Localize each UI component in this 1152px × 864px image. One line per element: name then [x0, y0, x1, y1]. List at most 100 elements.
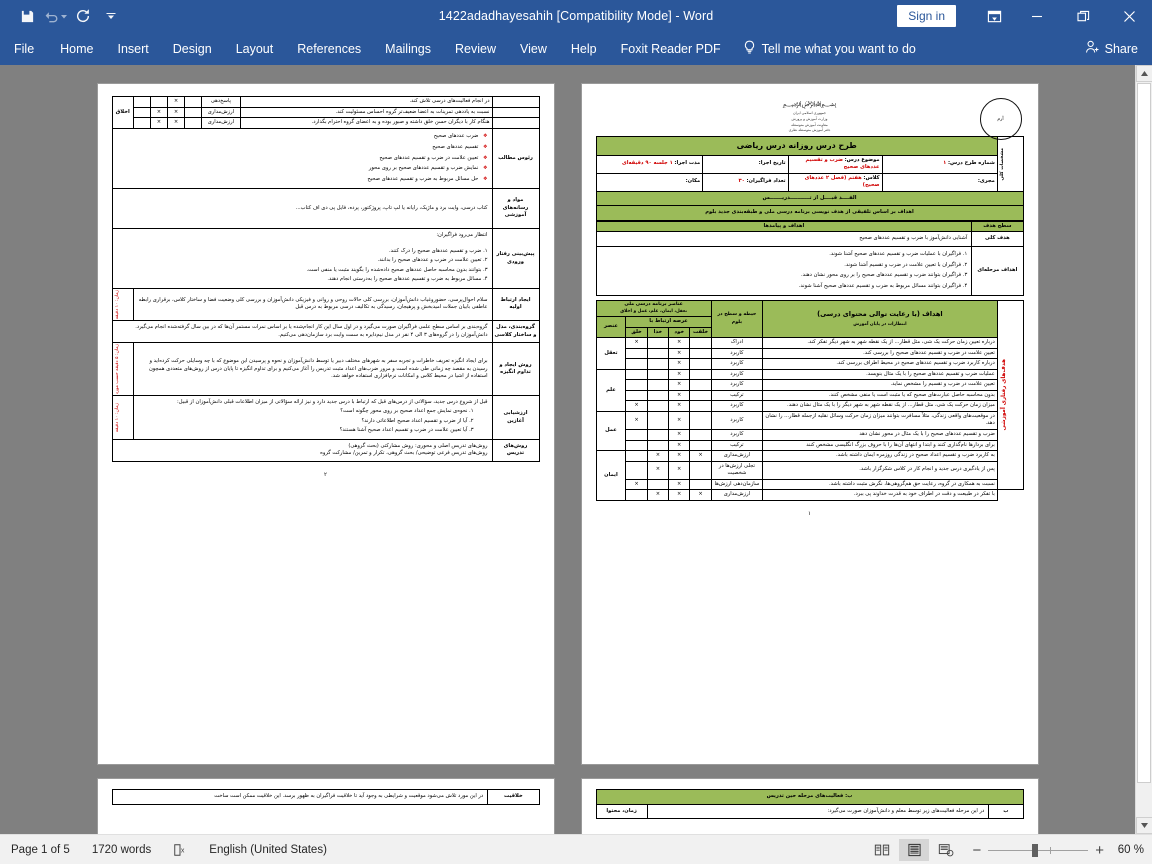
meta-row-2[interactable]: مکان: تعداد فراگیران: ۳۰ کلاس: هفتم (فصل…	[595, 172, 1023, 192]
document-page-4[interactable]: در این مورد تلاش می‌شود موقعیت و شرایطی …	[97, 779, 554, 834]
bloom-level: کاربرد	[710, 368, 763, 381]
mark-khalq	[625, 460, 648, 480]
lesson-no-label: شماره طرح درس:	[947, 160, 995, 167]
section-row-topics[interactable]: ❖ ضرب عددهای صحیح ❖ تقسیم عددهای صحیح ❖ …	[111, 127, 540, 190]
table-row[interactable]: × ترکیب بدون محاسبه حاصل عبارت‌های صحیح …	[596, 389, 1023, 402]
matrix-header-row-1[interactable]: عناصر برنامه درسی ملی تعقل، ایمان، علم، …	[595, 299, 1024, 491]
mark-khod: ×	[149, 106, 169, 119]
section-row-motivation[interactable]: زمان: ۵ دقیقه حسب مورد برای ایجاد انگیزه…	[111, 342, 540, 397]
tab-home[interactable]: Home	[48, 32, 105, 65]
section-row-grouping[interactable]: گروه‌بندی بر اساس سطح علمی فراگیران صورت…	[111, 320, 540, 344]
zoom-slider[interactable]: − +	[962, 842, 1114, 859]
table-row[interactable]: اخلاق × پاسخ‌دهی در انجام فعالیت‌های درس…	[111, 96, 540, 129]
sign-in-button[interactable]: Sign in	[897, 5, 956, 27]
table-row[interactable]: × × سازمان‌دهی ارزش‌ها نسبت به همکاری در…	[596, 478, 1023, 491]
tab-references[interactable]: References	[285, 32, 373, 65]
zoom-thumb[interactable]	[1032, 843, 1039, 857]
mark-khod: ×	[668, 358, 691, 370]
matrix-national-header: عناصر برنامه درسی ملی تعقل، ایمان، علم، …	[595, 299, 712, 318]
time-label: زمان: ۵ دقیقه حسب مورد	[114, 344, 120, 395]
page-indicator[interactable]: Page 1 of 5	[0, 844, 81, 856]
tell-me-search[interactable]: Tell me what you want to do	[733, 32, 926, 65]
table-row[interactable]: علم × کاربرد عملیات ضرب و تقسیم عددهای ص…	[595, 368, 1023, 412]
document-canvas[interactable]: اخلاق × پاسخ‌دهی در انجام فعالیت‌های درس…	[0, 65, 1135, 834]
table-row[interactable]: × × ارزش‌مداری هنگام کار با دیگران حسن خ…	[112, 117, 540, 129]
read-mode-icon[interactable]	[867, 839, 897, 861]
customize-quick-access-toolbar-icon[interactable]	[98, 4, 124, 28]
proofing-errors-icon[interactable]: x	[162, 843, 198, 857]
tab-design[interactable]: Design	[161, 32, 224, 65]
table-row[interactable]: × کاربرد تعیین علامت در ضرب و تقسیم را م…	[596, 379, 1023, 391]
mark-khalqat	[132, 117, 151, 129]
section-row-initial-contact[interactable]: زمان: ۱۰ دقیقه سلام احوال‌پرسی، حضوروغیا…	[111, 287, 540, 322]
table-row[interactable]: تعقل × × ادراک درباره تعیین زمان حرکت یک…	[595, 337, 1023, 370]
mark-khalq	[184, 106, 203, 119]
table-row[interactable]: × کاربرد تعیین علامت در ضرب و تقسیم عدده…	[596, 347, 1023, 360]
vertical-scrollbar[interactable]	[1135, 65, 1152, 834]
table-row[interactable]: × × ارزش‌مداری نسبت به یاددهی تمرینات به…	[112, 106, 540, 119]
materials-text: کتاب درسی، وایت برد و ماژیک، رایانه یا ل…	[111, 188, 493, 230]
band-prev-row[interactable]: الفــــد قبــــل از تـــــــــــدریـــــ…	[595, 190, 1024, 207]
section-label-teaching-methods: روش‌های تدریس	[491, 438, 540, 462]
tab-review[interactable]: Review	[443, 32, 508, 65]
section-row-initial-assessment[interactable]: زمان: ۱۰ دقیقه قبل از شروع درس جدید، سؤا…	[111, 395, 540, 440]
print-layout-icon[interactable]	[899, 839, 930, 861]
zoom-out-button[interactable]: −	[972, 842, 981, 859]
zoom-track[interactable]	[988, 843, 1089, 857]
language-indicator[interactable]: English (United States)	[198, 844, 338, 856]
mark-khod	[149, 96, 169, 108]
table-row[interactable]: × کاربرد درباره کاربرد ضرب و تقسیم عددها…	[596, 358, 1023, 370]
initial-assessment-cell: قبل از شروع درس جدید، سؤالاتی از درس‌های…	[132, 395, 493, 440]
zoom-level[interactable]: 60 %	[1114, 844, 1152, 856]
tab-mailings[interactable]: Mailings	[373, 32, 443, 65]
goals-header-row[interactable]: اهداف و پیامدها سطح هدف	[595, 220, 1024, 233]
close-button[interactable]	[1106, 0, 1152, 32]
document-page-1[interactable]: آرم ﷽ جمهوری اسلامی ایران وزارت آموزش و …	[581, 84, 1038, 764]
redo-icon[interactable]	[70, 4, 96, 28]
bloom-level: کاربرد	[710, 400, 763, 412]
mark-khalq: ×	[625, 337, 648, 349]
table-row[interactable]: × × × ارزش‌مداری با تفکر در طبیعت و دقت …	[596, 489, 1023, 501]
table-row[interactable]: عمل × × کاربرد در موقعیت‌های واقعی زندگی…	[595, 410, 1023, 452]
section-marker: ب	[988, 803, 1024, 820]
table-row[interactable]: زمان، محتوا در این مرحله فعالیت‌های زیر …	[595, 803, 1024, 820]
tab-help[interactable]: Help	[559, 32, 609, 65]
mark-khod: ×	[668, 450, 691, 462]
next-pages-row: در این مورد تلاش می‌شود موقعیت و شرایطی …	[97, 779, 1038, 834]
overall-goal-row[interactable]: آشنایی دانش‌آموز با ضرب و تقسیم عددهای ص…	[595, 231, 1024, 247]
title-row[interactable]: طرح درس روزانه درس ریاضی مشخصات کلی	[595, 136, 1024, 192]
mark-khoda	[646, 400, 670, 412]
section-row-materials[interactable]: کتاب درسی، وایت برد و ماژیک، رایانه یا ل…	[111, 188, 540, 230]
minimize-button[interactable]	[1014, 0, 1060, 32]
undo-icon[interactable]	[42, 4, 68, 28]
document-page-3[interactable]: ب: فعالیت‌های مرحله حین تدریس زمان، محتو…	[581, 779, 1038, 834]
ribbon-display-options-icon[interactable]	[974, 0, 1014, 32]
band-row[interactable]: ب: فعالیت‌های مرحله حین تدریس	[595, 789, 1024, 805]
table-row[interactable]: × × کاربرد میزان زمان حرکت یک شی، مثل قط…	[596, 400, 1023, 412]
scroll-up-button[interactable]	[1136, 65, 1152, 82]
save-icon[interactable]	[14, 4, 40, 28]
meta-row-1[interactable]: مدت اجرا: ۱ جلسه ۹۰ دقیقه‌ای تاریخ اجرا:…	[595, 154, 1023, 174]
web-layout-icon[interactable]	[931, 839, 961, 861]
section-row-entry-behavior[interactable]: انتظار می‌رود فراگیران: ۱. ضرب و تقسیم ع…	[111, 228, 540, 289]
scroll-down-button[interactable]	[1136, 817, 1152, 834]
tab-view[interactable]: View	[508, 32, 559, 65]
scrollbar-thumb[interactable]	[1137, 83, 1151, 783]
table-row[interactable]: × کاربرد ضرب و تقسیم عددهای صحیح را با ی…	[596, 429, 1023, 441]
section-row-teaching-methods[interactable]: روش‌های تدریس اصلی و محوری: روش مشارکتی …	[111, 438, 540, 462]
stage-goals-row[interactable]: ۱. فراگیران با عملیات ضرب و تقسیم عددهای…	[595, 245, 1024, 296]
zoom-in-button[interactable]: +	[1095, 842, 1104, 859]
share-button[interactable]: Share	[1077, 32, 1152, 65]
table-row[interactable]: در این مورد تلاش می‌شود موقعیت و شرایطی …	[111, 789, 540, 805]
tab-file[interactable]: File	[0, 32, 48, 65]
document-page-2[interactable]: اخلاق × پاسخ‌دهی در انجام فعالیت‌های درس…	[97, 84, 554, 764]
restore-button[interactable]	[1060, 0, 1106, 32]
band-goals-row[interactable]: اهداف بر اساس تلفیقی از هدف نویسی برنامه…	[595, 205, 1024, 221]
table-row[interactable]: × × تجلی ارزش‌ها در شخصیت پس از یادگیری …	[596, 460, 1023, 480]
table-row[interactable]: ایمان × × × ارزش‌مداری به کاربرد ضرب و ت…	[595, 450, 1023, 501]
tab-foxit-reader-pdf[interactable]: Foxit Reader PDF	[609, 32, 733, 65]
word-count[interactable]: 1720 words	[81, 844, 162, 856]
table-row[interactable]: × ترکیب برای بردارها نام‌گذاری کنند و اب…	[596, 439, 1023, 452]
tab-insert[interactable]: Insert	[106, 32, 161, 65]
tab-layout[interactable]: Layout	[224, 32, 286, 65]
